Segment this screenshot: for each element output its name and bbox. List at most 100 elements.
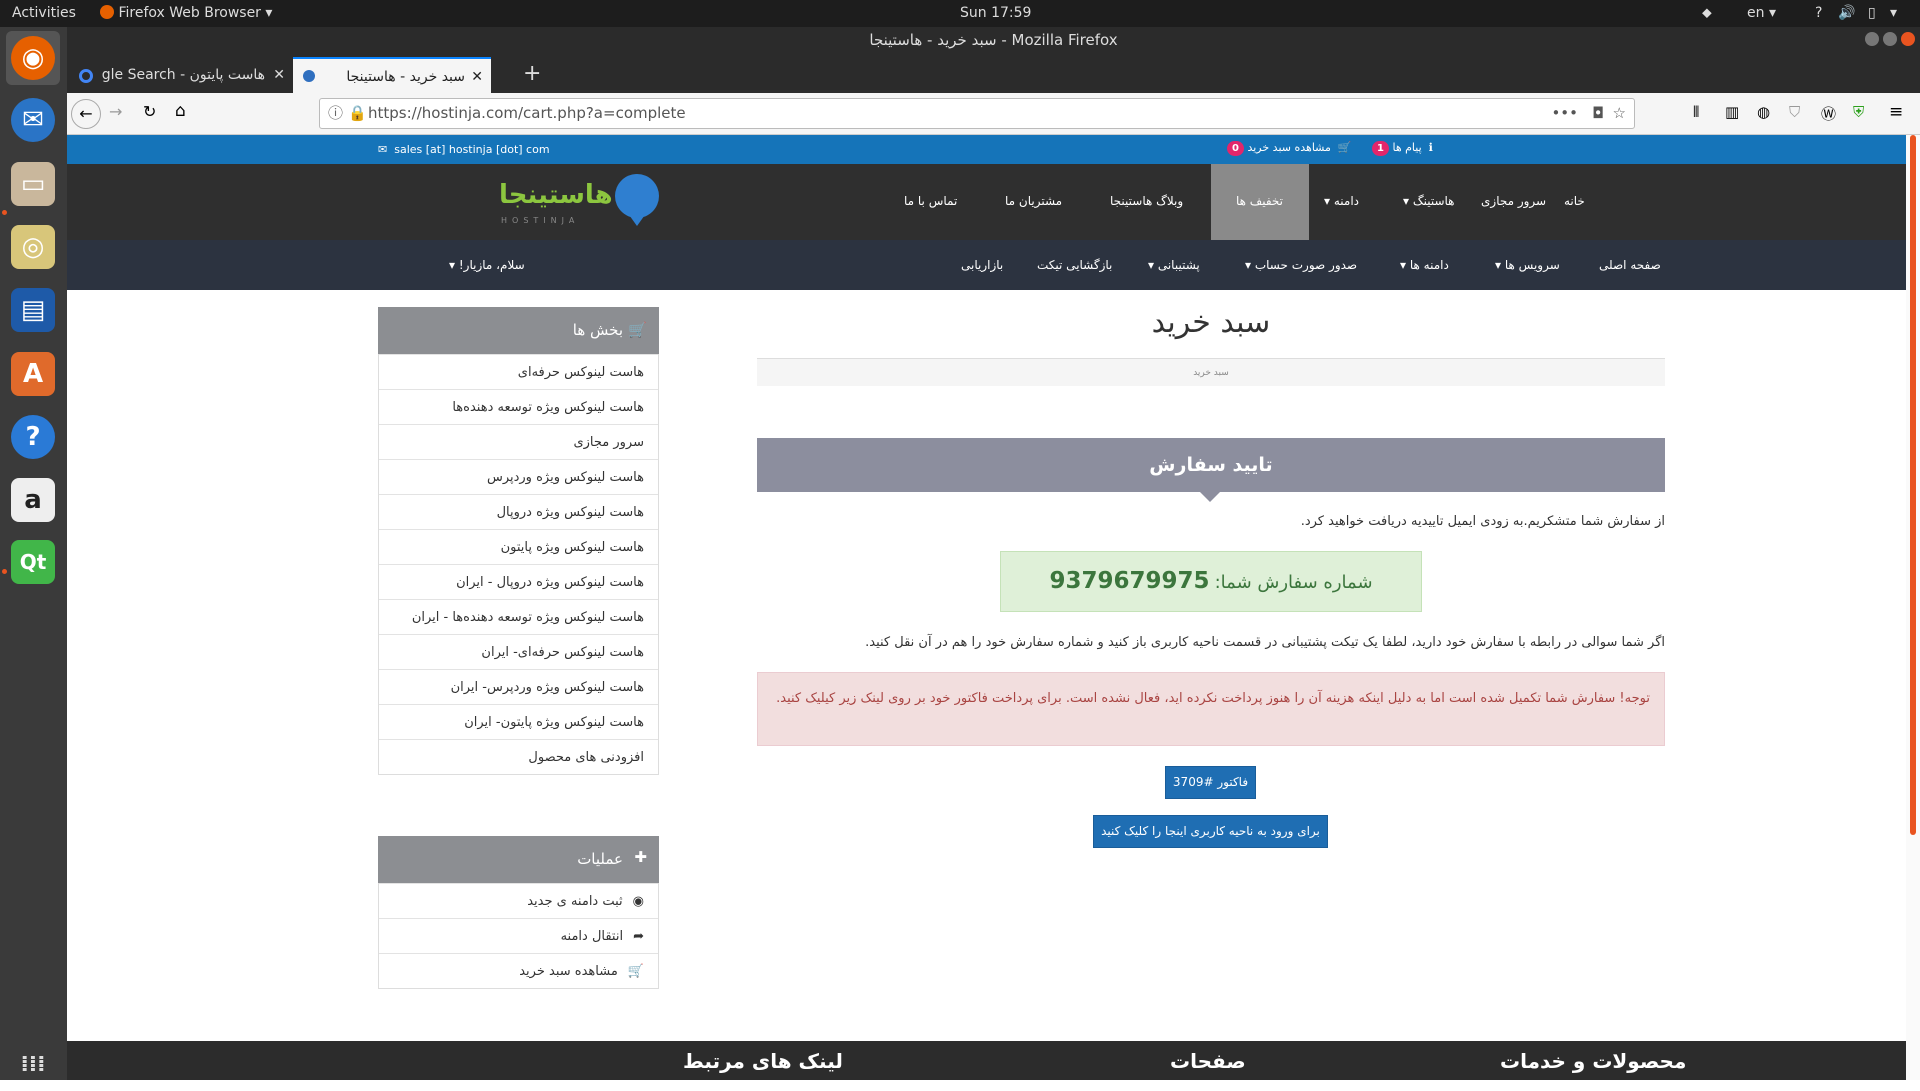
subnav-home[interactable]: صفحه اصلی bbox=[1599, 258, 1661, 272]
power-menu-icon[interactable]: ▾ bbox=[1890, 5, 1897, 21]
nav-domain[interactable]: دامنه ▾ bbox=[1324, 194, 1359, 208]
footer-links-heading: لینک های مرتبط bbox=[683, 1049, 843, 1073]
messages-label: پیام ها bbox=[1392, 141, 1422, 154]
actions-list: ◉ ثبت دامنه ی جدید ➦ انتقال دامنه 🛒 مشاهده سب… bbox=[378, 883, 659, 989]
amazon-icon: a bbox=[11, 478, 55, 522]
forward-icon[interactable]: → bbox=[109, 102, 122, 121]
dock-amazon[interactable]: a bbox=[6, 473, 60, 527]
action-label: انتقال دامنه bbox=[560, 929, 624, 944]
bookmark-star-icon[interactable]: ☆ bbox=[1613, 99, 1626, 128]
category-item[interactable]: هاست لینوکس ویژه پایتون bbox=[379, 529, 658, 564]
dock-writer[interactable]: ▤ bbox=[6, 283, 60, 337]
page-scrollbar[interactable] bbox=[1906, 135, 1920, 1080]
nav-customers[interactable]: مشتریان ما bbox=[1005, 194, 1062, 208]
subnav-domains[interactable]: دامنه ها ▾ bbox=[1400, 258, 1449, 272]
tab-hostinja-cart[interactable]: سبد خرید - هاستینجا ✕ bbox=[293, 57, 491, 93]
dropbox-icon[interactable]: ⬥ bbox=[1702, 5, 1712, 21]
action-item[interactable]: 🛒 مشاهده سبد خرید bbox=[379, 953, 658, 988]
category-item[interactable]: هاست لینوکس ویژه وردپرس bbox=[379, 459, 658, 494]
dock-help[interactable]: ? bbox=[6, 410, 60, 464]
activities-button[interactable]: Activities bbox=[12, 5, 76, 21]
reload-icon[interactable]: ↻ bbox=[143, 102, 156, 121]
user-menu[interactable]: سلام، مازیار! ▾ bbox=[449, 258, 525, 272]
scrollbar-thumb[interactable] bbox=[1910, 135, 1916, 835]
category-item[interactable]: هاست لینوکس ویژه دروپال bbox=[379, 494, 658, 529]
nav-blog[interactable]: وبلاگ هاستینجا bbox=[1110, 194, 1183, 208]
client-area-button[interactable]: برای ورود به ناحیه کاربری اینجا را کلیک … bbox=[1093, 815, 1328, 848]
subnav-services[interactable]: سرویس ها ▾ bbox=[1495, 258, 1560, 272]
category-item[interactable]: افزودنی های محصول bbox=[379, 739, 658, 774]
dock-thunderbird[interactable]: ✉ bbox=[6, 93, 60, 147]
close-window-icon[interactable] bbox=[1901, 32, 1915, 46]
files-icon: ▭ bbox=[11, 162, 55, 206]
nav-vps[interactable]: سرور مجازی bbox=[1481, 194, 1546, 208]
clock[interactable]: Sun 17:59 bbox=[960, 5, 1031, 21]
url-bar[interactable]: ⓘ 🔒 https://hostinja.com/cart.php?a=comp… bbox=[319, 98, 1635, 129]
app-menu[interactable]: Firefox Web Browser ▾ bbox=[100, 5, 272, 21]
help-icon: ? bbox=[11, 415, 55, 459]
back-icon[interactable]: ← bbox=[71, 99, 101, 129]
running-indicator bbox=[2, 210, 7, 215]
action-item[interactable]: ◉ ثبت دامنه ی جدید bbox=[379, 883, 658, 918]
dock-files[interactable]: ▭ bbox=[6, 157, 60, 211]
question-text: اگر شما سوالی در رابطه با سفارش خود داری… bbox=[865, 635, 1665, 650]
contact-email[interactable]: ✉ sales [at] hostinja [dot] com bbox=[378, 143, 550, 156]
breadcrumb[interactable]: سبد خرید bbox=[757, 358, 1665, 386]
menu-icon[interactable]: ≡ bbox=[1889, 102, 1903, 122]
subnav-affiliates[interactable]: بازاریابی bbox=[961, 258, 1003, 272]
category-item[interactable]: هاست لینوکس حرفه‌ای- ایران bbox=[379, 634, 658, 669]
volume-icon[interactable]: 🔊 bbox=[1838, 5, 1855, 21]
battery-icon[interactable]: ▯ bbox=[1868, 5, 1876, 21]
extension-icon[interactable]: ◍ bbox=[1757, 103, 1770, 121]
close-tab-icon[interactable]: ✕ bbox=[471, 59, 483, 95]
category-item[interactable]: هاست لینوکس ویژه پایتون- ایران bbox=[379, 704, 658, 739]
subnav-support[interactable]: پشتیبانی ▾ bbox=[1148, 258, 1200, 272]
nav-discounts[interactable]: تخفیف ها bbox=[1211, 164, 1309, 240]
dock-rhythmbox[interactable]: ◎ bbox=[6, 220, 60, 274]
help-icon[interactable]: ? bbox=[1815, 5, 1822, 21]
maximize-icon[interactable] bbox=[1883, 32, 1897, 46]
messages-link[interactable]: ℹ پیام ها 1 bbox=[1372, 141, 1433, 156]
close-tab-icon[interactable]: ✕ bbox=[273, 57, 285, 93]
info-icon[interactable]: ⓘ bbox=[328, 99, 343, 128]
action-item[interactable]: ➦ انتقال دامنه bbox=[379, 918, 658, 953]
subnav-open-ticket[interactable]: بازگشایی تیکت bbox=[1037, 258, 1112, 272]
nav-home[interactable]: خانه bbox=[1564, 194, 1585, 208]
category-item[interactable]: سرور مجازی bbox=[379, 424, 658, 459]
dock-qt[interactable]: Qt bbox=[6, 535, 60, 589]
minimize-icon[interactable] bbox=[1865, 32, 1879, 46]
info-icon: ℹ bbox=[1428, 141, 1433, 154]
logo-subtext: HOSTINJA bbox=[501, 216, 580, 225]
logo-pin-tip bbox=[627, 212, 647, 226]
client-navigation: صفحه اصلی سرویس ها ▾ دامنه ها ▾ صدور صور… bbox=[67, 240, 1906, 290]
nav-hosting[interactable]: هاستینگ ▾ bbox=[1403, 194, 1455, 208]
vpn-shield-icon[interactable]: ⛨ bbox=[1853, 103, 1864, 121]
library-icon[interactable]: ⫴ bbox=[1693, 103, 1699, 121]
action-label: ثبت دامنه ی جدید bbox=[527, 894, 623, 909]
show-applications-button[interactable]: ⁞⁞⁞ bbox=[6, 1037, 60, 1091]
home-icon[interactable]: ⌂ bbox=[175, 101, 186, 121]
category-item[interactable]: هاست لینوکس ویژه توسعه دهنده‌ها bbox=[379, 389, 658, 424]
dock-software[interactable]: A bbox=[6, 347, 60, 401]
category-item[interactable]: هاست لینوکس حرفه‌ای bbox=[379, 354, 658, 389]
category-item[interactable]: هاست لینوکس ویژه وردپرس- ایران bbox=[379, 669, 658, 704]
pocket-icon[interactable]: ◘ bbox=[1592, 99, 1604, 128]
subnav-billing[interactable]: صدور صورت حساب ▾ bbox=[1245, 258, 1357, 272]
shield-icon[interactable]: ⛉ bbox=[1789, 103, 1800, 121]
language-indicator[interactable]: en ▾ bbox=[1747, 5, 1776, 21]
nav-contact[interactable]: تماس با ما bbox=[904, 194, 957, 208]
wordpress-icon[interactable]: Ⓦ bbox=[1821, 103, 1836, 124]
view-cart-link[interactable]: 🛒 مشاهده سبد خرید 0 bbox=[1227, 141, 1352, 156]
hostinja-logo[interactable]: هاستینجا HOSTINJA bbox=[499, 172, 659, 232]
new-tab-icon[interactable]: + bbox=[523, 61, 541, 86]
invoice-button[interactable]: فاکتور #3709 bbox=[1165, 766, 1256, 799]
tab-google-search[interactable]: هاست پایتون - Google Search ✕ bbox=[71, 57, 291, 93]
dock-firefox[interactable]: ◉ bbox=[6, 31, 60, 85]
page-actions-icon[interactable]: ••• bbox=[1551, 99, 1578, 128]
sidebar-icon[interactable]: ▥ bbox=[1725, 103, 1739, 121]
category-item[interactable]: هاست لینوکس ویژه دروپال - ایران bbox=[379, 564, 658, 599]
category-item[interactable]: هاست لینوکس ویژه توسعه دهنده‌ها - ایران bbox=[379, 599, 658, 634]
subnav-domains-label: دامنه ها bbox=[1409, 258, 1449, 272]
url-text[interactable]: https://hostinja.com/cart.php?a=complete bbox=[368, 99, 686, 128]
lang-label: en bbox=[1747, 5, 1765, 21]
